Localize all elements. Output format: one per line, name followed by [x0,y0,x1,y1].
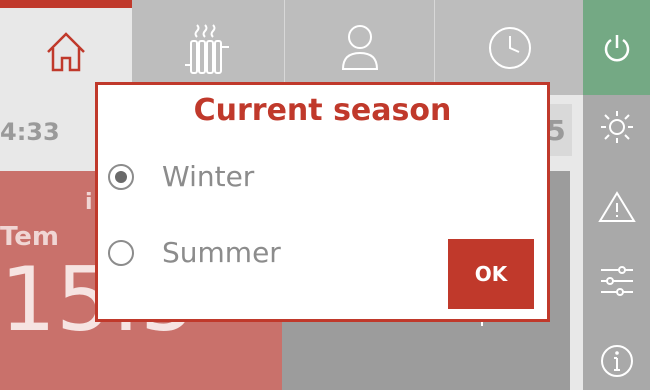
season-dialog: Current season Winter Summer OK [95,82,550,322]
settings-sliders-icon [600,266,633,296]
summer-label: Summer [162,236,281,269]
alarms-button[interactable] [583,190,650,224]
tab-home[interactable] [0,0,132,95]
temperature-caption: i [85,190,93,215]
clock-icon [488,26,531,69]
radiator-icon [185,23,229,74]
settings-button[interactable] [583,262,650,300]
current-time: 4:33 [0,118,60,146]
winter-label: Winter [162,160,255,193]
season-button[interactable] [583,108,650,146]
info-button[interactable] [583,343,650,379]
winter-radio[interactable] [108,163,134,190]
summer-radio[interactable] [108,239,134,266]
user-icon [341,24,379,70]
ok-button[interactable]: OK [448,239,534,309]
radio-selected-dot [115,170,127,183]
top-nav [0,0,583,95]
power-button[interactable] [583,0,650,95]
tab-heating[interactable] [132,0,284,95]
sidebar [583,0,650,390]
tab-schedule[interactable] [434,0,584,95]
dialog-title: Current season [193,93,452,128]
tab-user[interactable] [284,0,435,95]
power-icon [604,34,629,61]
home-icon [47,31,85,71]
season-sun-snow-icon [600,111,633,143]
info-icon [600,345,633,377]
option-summer[interactable]: Summer [108,236,281,269]
option-winter[interactable]: Winter [108,160,254,193]
warning-icon [597,191,636,222]
